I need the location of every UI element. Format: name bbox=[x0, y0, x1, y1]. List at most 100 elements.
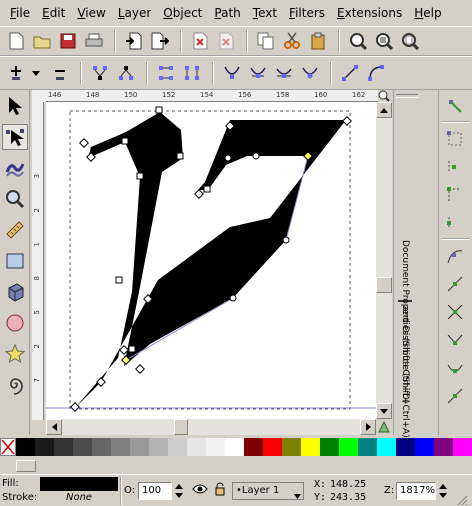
menu-view[interactable]: View bbox=[71, 6, 111, 20]
zoom-field[interactable]: 1817% bbox=[396, 482, 436, 500]
smooth-node-icon[interactable] bbox=[246, 61, 270, 85]
color-swatch[interactable] bbox=[339, 438, 358, 456]
menu-path[interactable]: Path bbox=[208, 6, 246, 20]
align-distribute-tab[interactable]: and Distribute (Shift+Ctrl+A) bbox=[400, 306, 410, 438]
zoom-drawing-icon[interactable] bbox=[372, 29, 396, 53]
color-swatch[interactable] bbox=[225, 438, 244, 456]
scroll-left-icon[interactable] bbox=[46, 419, 62, 435]
snap-bbox-midpoint-icon[interactable] bbox=[442, 211, 468, 235]
palette-scrollbar[interactable] bbox=[0, 458, 472, 474]
color-swatch[interactable] bbox=[111, 438, 130, 456]
ellipse-tool-icon[interactable] bbox=[2, 310, 28, 336]
delete-node-icon[interactable] bbox=[48, 61, 72, 85]
export-icon[interactable] bbox=[148, 29, 172, 53]
menu-help[interactable]: Help bbox=[408, 6, 447, 20]
vertical-scroll-thumb[interactable] bbox=[376, 277, 392, 293]
undo-icon[interactable] bbox=[188, 29, 212, 53]
color-swatch[interactable] bbox=[168, 438, 187, 456]
rectangle-tool-icon[interactable] bbox=[2, 248, 28, 274]
snap-cusp-icon[interactable] bbox=[442, 328, 468, 352]
snap-bbox-icon[interactable] bbox=[442, 127, 468, 151]
save-icon[interactable] bbox=[56, 29, 80, 53]
color-swatch[interactable] bbox=[187, 438, 206, 456]
lock-icon[interactable] bbox=[214, 482, 226, 499]
zoom-tool-icon[interactable] bbox=[2, 186, 28, 212]
opacity-field[interactable]: 100 bbox=[138, 482, 172, 500]
node-tool-icon[interactable] bbox=[2, 124, 28, 150]
segment-line-icon[interactable] bbox=[338, 61, 362, 85]
color-swatch[interactable] bbox=[263, 438, 282, 456]
color-swatch[interactable] bbox=[244, 438, 263, 456]
zoom-correction-icon[interactable] bbox=[376, 90, 392, 102]
cusp-node-icon[interactable] bbox=[220, 61, 244, 85]
color-swatch[interactable] bbox=[415, 438, 434, 456]
eye-icon[interactable] bbox=[192, 483, 208, 498]
color-swatch[interactable] bbox=[16, 438, 35, 456]
color-swatch[interactable] bbox=[54, 438, 73, 456]
snap-toggle-icon[interactable] bbox=[442, 94, 468, 118]
symmetric-node-icon[interactable] bbox=[272, 61, 296, 85]
menu-extensions[interactable]: Extensions bbox=[331, 6, 408, 20]
dock-handle[interactable] bbox=[396, 94, 418, 98]
horizontal-scrollbar[interactable] bbox=[46, 419, 376, 435]
color-swatch[interactable] bbox=[377, 438, 396, 456]
redo-icon[interactable] bbox=[214, 29, 238, 53]
color-swatch[interactable] bbox=[320, 438, 339, 456]
auto-smooth-node-icon[interactable] bbox=[298, 61, 322, 85]
tweak-tool-icon[interactable] bbox=[2, 155, 28, 181]
color-swatch[interactable] bbox=[206, 438, 225, 456]
copy-icon[interactable] bbox=[254, 29, 278, 53]
zoom-page-icon[interactable] bbox=[398, 29, 422, 53]
snap-intersection-icon[interactable] bbox=[442, 300, 468, 324]
none-swatch[interactable] bbox=[0, 438, 16, 456]
scroll-up-icon[interactable] bbox=[376, 102, 392, 118]
vertical-ruler[interactable]: 3 2 1 8 5 2 7 bbox=[32, 102, 44, 420]
color-swatch[interactable] bbox=[358, 438, 377, 456]
color-swatch[interactable] bbox=[396, 438, 415, 456]
fill-indicator[interactable] bbox=[40, 477, 118, 491]
vertical-scrollbar[interactable] bbox=[376, 102, 392, 419]
stroke-indicator[interactable]: None bbox=[66, 492, 92, 503]
color-swatch[interactable] bbox=[73, 438, 92, 456]
menu-filters[interactable]: Filters bbox=[283, 6, 331, 20]
chevron-down-icon[interactable] bbox=[30, 61, 42, 85]
snap-smooth-icon[interactable] bbox=[442, 356, 468, 380]
measure-tool-icon[interactable] bbox=[2, 217, 28, 243]
snap-midpoint-icon[interactable] bbox=[442, 384, 468, 408]
color-swatch[interactable] bbox=[92, 438, 111, 456]
opacity-spinner[interactable] bbox=[174, 482, 184, 500]
zoom-spinner[interactable] bbox=[438, 482, 448, 500]
menu-text[interactable]: Text bbox=[247, 6, 283, 20]
print-icon[interactable] bbox=[82, 29, 106, 53]
segment-curve-icon[interactable] bbox=[364, 61, 388, 85]
cut-icon[interactable] bbox=[280, 29, 304, 53]
menu-object[interactable]: Object bbox=[157, 6, 208, 20]
color-swatch[interactable] bbox=[301, 438, 320, 456]
join-segment-icon[interactable] bbox=[154, 61, 178, 85]
new-document-icon[interactable] bbox=[4, 29, 28, 53]
snap-bbox-corner-icon[interactable] bbox=[442, 183, 468, 207]
scroll-down-icon[interactable] bbox=[376, 403, 392, 419]
menu-file[interactable]: File bbox=[4, 6, 36, 20]
open-document-icon[interactable] bbox=[30, 29, 54, 53]
menu-edit[interactable]: Edit bbox=[36, 6, 71, 20]
color-swatch[interactable] bbox=[35, 438, 54, 456]
snap-bbox-edge-icon[interactable] bbox=[442, 155, 468, 179]
drawing-canvas[interactable] bbox=[46, 102, 376, 419]
palette-scroll-thumb[interactable] bbox=[16, 460, 36, 472]
break-path-icon[interactable] bbox=[114, 61, 138, 85]
color-managed-view-icon[interactable] bbox=[376, 419, 392, 435]
paste-icon[interactable] bbox=[306, 29, 330, 53]
snap-nodes-icon[interactable] bbox=[442, 244, 468, 268]
star-tool-icon[interactable] bbox=[2, 341, 28, 367]
menu-layer[interactable]: Layer bbox=[112, 6, 157, 20]
join-nodes-icon[interactable] bbox=[88, 61, 112, 85]
delete-segment-icon[interactable] bbox=[180, 61, 204, 85]
selector-tool-icon[interactable] bbox=[2, 93, 28, 119]
color-swatch[interactable] bbox=[130, 438, 149, 456]
color-swatch[interactable] bbox=[434, 438, 453, 456]
snap-paths-icon[interactable] bbox=[442, 272, 468, 296]
resize-grip-icon[interactable] bbox=[456, 495, 468, 506]
spiral-tool-icon[interactable] bbox=[2, 372, 28, 398]
add-node-icon[interactable] bbox=[4, 61, 28, 85]
